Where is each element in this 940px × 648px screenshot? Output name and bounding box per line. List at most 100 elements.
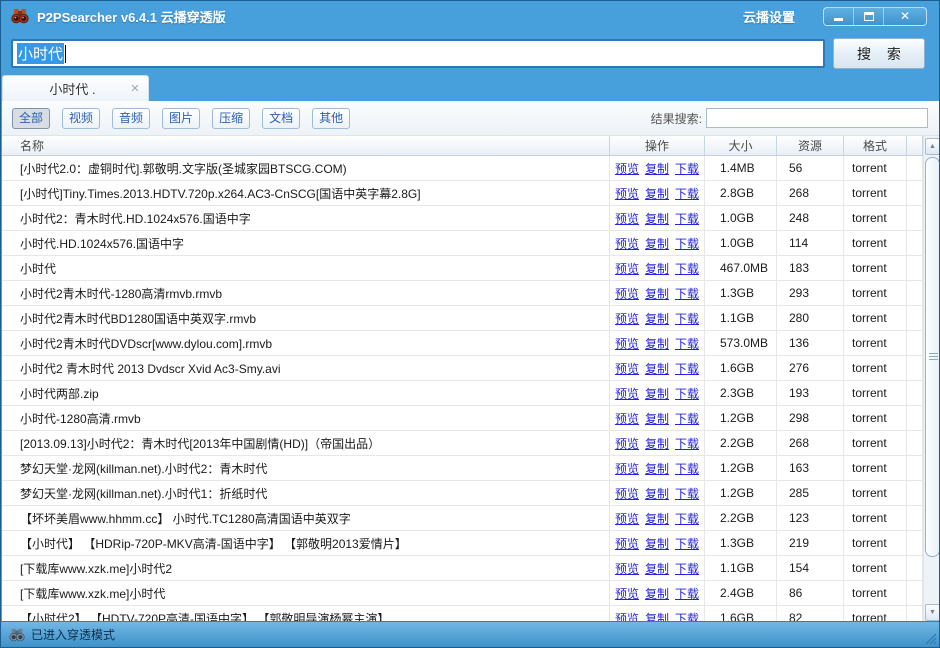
download-link[interactable]: 下载: [675, 535, 699, 552]
download-link[interactable]: 下载: [675, 485, 699, 502]
preview-link[interactable]: 预览: [615, 485, 639, 502]
preview-link[interactable]: 预览: [615, 460, 639, 477]
filter-button[interactable]: 其他: [312, 108, 350, 129]
table-row[interactable]: 梦幻天堂·龙网(killman.net).小时代2：青木时代 预览 复制 下载 …: [2, 456, 923, 481]
cloud-settings-button[interactable]: 云播设置: [743, 7, 795, 26]
result-search-input[interactable]: [706, 108, 928, 128]
filter-button[interactable]: 全部: [12, 108, 50, 129]
preview-link[interactable]: 预览: [615, 235, 639, 252]
search-input[interactable]: 小时代: [11, 39, 825, 68]
filter-button[interactable]: 图片: [162, 108, 200, 129]
preview-link[interactable]: 预览: [615, 335, 639, 352]
scroll-up-button[interactable]: ▲: [925, 138, 940, 155]
download-link[interactable]: 下载: [675, 385, 699, 402]
copy-link[interactable]: 复制: [645, 160, 669, 177]
copy-link[interactable]: 复制: [645, 385, 669, 402]
download-link[interactable]: 下载: [675, 335, 699, 352]
download-link[interactable]: 下载: [675, 560, 699, 577]
table-row[interactable]: 小时代2：青木时代.HD.1024x576.国语中字 预览 复制 下载 1.0G…: [2, 206, 923, 231]
download-link[interactable]: 下载: [675, 235, 699, 252]
preview-link[interactable]: 预览: [615, 510, 639, 527]
header-name[interactable]: 名称: [2, 136, 610, 155]
preview-link[interactable]: 预览: [615, 535, 639, 552]
preview-link[interactable]: 预览: [615, 435, 639, 452]
preview-link[interactable]: 预览: [615, 285, 639, 302]
table-row[interactable]: 梦幻天堂·龙网(killman.net).小时代1：折纸时代 预览 复制 下载 …: [2, 481, 923, 506]
header-size[interactable]: 大小: [705, 136, 777, 155]
download-link[interactable]: 下载: [675, 510, 699, 527]
copy-link[interactable]: 复制: [645, 485, 669, 502]
preview-link[interactable]: 预览: [615, 310, 639, 327]
download-link[interactable]: 下载: [675, 185, 699, 202]
minimize-button[interactable]: [824, 8, 854, 25]
table-row[interactable]: 小时代.HD.1024x576.国语中字 预览 复制 下载 1.0GB 114 …: [2, 231, 923, 256]
preview-link[interactable]: 预览: [615, 160, 639, 177]
filter-button[interactable]: 压缩: [212, 108, 250, 129]
download-link[interactable]: 下载: [675, 460, 699, 477]
copy-link[interactable]: 复制: [645, 585, 669, 602]
scrollbar-thumb[interactable]: [925, 157, 940, 557]
preview-link[interactable]: 预览: [615, 360, 639, 377]
preview-link[interactable]: 预览: [615, 585, 639, 602]
header-actions[interactable]: 操作: [610, 136, 705, 155]
table-row[interactable]: 小时代-1280高清.rmvb 预览 复制 下载 1.2GB 298 torre…: [2, 406, 923, 431]
table-row[interactable]: 【坏坏美眉www.hhmm.cc】 小时代.TC1280高清国语中英双字 预览 …: [2, 506, 923, 531]
download-link[interactable]: 下载: [675, 435, 699, 452]
copy-link[interactable]: 复制: [645, 335, 669, 352]
table-row[interactable]: 小时代2青木时代BD1280国语中英双字.rmvb 预览 复制 下载 1.1GB…: [2, 306, 923, 331]
table-row[interactable]: [小时代]Tiny.Times.2013.HDTV.720p.x264.AC3-…: [2, 181, 923, 206]
copy-link[interactable]: 复制: [645, 410, 669, 427]
preview-link[interactable]: 预览: [615, 260, 639, 277]
copy-link[interactable]: 复制: [645, 460, 669, 477]
copy-link[interactable]: 复制: [645, 360, 669, 377]
preview-link[interactable]: 预览: [615, 410, 639, 427]
table-row[interactable]: [下载库www.xzk.me]小时代2 预览 复制 下载 1.1GB 154 t…: [2, 556, 923, 581]
download-link[interactable]: 下载: [675, 210, 699, 227]
scroll-down-button[interactable]: ▼: [925, 604, 940, 621]
table-row[interactable]: [小时代2.0：虚铜时代].郭敬明.文字版(圣城家园BTSCG.COM) 预览 …: [2, 156, 923, 181]
download-link[interactable]: 下载: [675, 160, 699, 177]
app-window: P2PSearcher v6.4.1 云播穿透版 云播设置 ✕ 小时代 搜 索 …: [0, 0, 940, 648]
table-row[interactable]: 小时代 预览 复制 下载 467.0MB 183 torrent: [2, 256, 923, 281]
copy-link[interactable]: 复制: [645, 235, 669, 252]
filter-button[interactable]: 音频: [112, 108, 150, 129]
preview-link[interactable]: 预览: [615, 210, 639, 227]
table-row[interactable]: [下载库www.xzk.me]小时代 预览 复制 下载 2.4GB 86 tor…: [2, 581, 923, 606]
close-button[interactable]: ✕: [884, 8, 926, 25]
copy-link[interactable]: 复制: [645, 210, 669, 227]
table-row[interactable]: 小时代2青木时代DVDscr[www.dylou.com].rmvb 预览 复制…: [2, 331, 923, 356]
preview-link[interactable]: 预览: [615, 385, 639, 402]
result-tab[interactable]: 小时代 . ✕: [2, 75, 149, 101]
copy-link[interactable]: 复制: [645, 260, 669, 277]
tab-close-icon[interactable]: ✕: [128, 82, 142, 96]
download-link[interactable]: 下载: [675, 310, 699, 327]
preview-link[interactable]: 预览: [615, 560, 639, 577]
maximize-button[interactable]: [854, 8, 884, 25]
download-link[interactable]: 下载: [675, 285, 699, 302]
download-link[interactable]: 下载: [675, 260, 699, 277]
copy-link[interactable]: 复制: [645, 285, 669, 302]
preview-link[interactable]: 预览: [615, 185, 639, 202]
table-row[interactable]: 小时代两部.zip 预览 复制 下载 2.3GB 193 torrent: [2, 381, 923, 406]
table-row[interactable]: 【小时代】 【HDRip-720P-MKV高清-国语中字】 【郭敬明2013爱情…: [2, 531, 923, 556]
header-resources[interactable]: 资源: [777, 136, 844, 155]
copy-link[interactable]: 复制: [645, 185, 669, 202]
copy-link[interactable]: 复制: [645, 560, 669, 577]
copy-link[interactable]: 复制: [645, 435, 669, 452]
table-row[interactable]: 小时代2 青木时代 2013 Dvdscr Xvid Ac3-Smy.avi 预…: [2, 356, 923, 381]
search-button[interactable]: 搜 索: [833, 38, 925, 69]
filter-button[interactable]: 文档: [262, 108, 300, 129]
table-row[interactable]: 小时代2青木时代-1280高清rmvb.rmvb 预览 复制 下载 1.3GB …: [2, 281, 923, 306]
header-format[interactable]: 格式: [844, 136, 907, 155]
copy-link[interactable]: 复制: [645, 535, 669, 552]
title-bar[interactable]: P2PSearcher v6.4.1 云播穿透版 云播设置 ✕: [1, 1, 939, 31]
vertical-scrollbar[interactable]: ▲ ▼: [923, 136, 940, 623]
copy-link[interactable]: 复制: [645, 310, 669, 327]
filter-button[interactable]: 视频: [62, 108, 100, 129]
resize-grip[interactable]: [925, 633, 937, 645]
copy-link[interactable]: 复制: [645, 510, 669, 527]
table-row[interactable]: [2013.09.13]小时代2：青木时代[2013年中国剧情(HD)]（帝国出…: [2, 431, 923, 456]
download-link[interactable]: 下载: [675, 585, 699, 602]
download-link[interactable]: 下载: [675, 410, 699, 427]
download-link[interactable]: 下载: [675, 360, 699, 377]
